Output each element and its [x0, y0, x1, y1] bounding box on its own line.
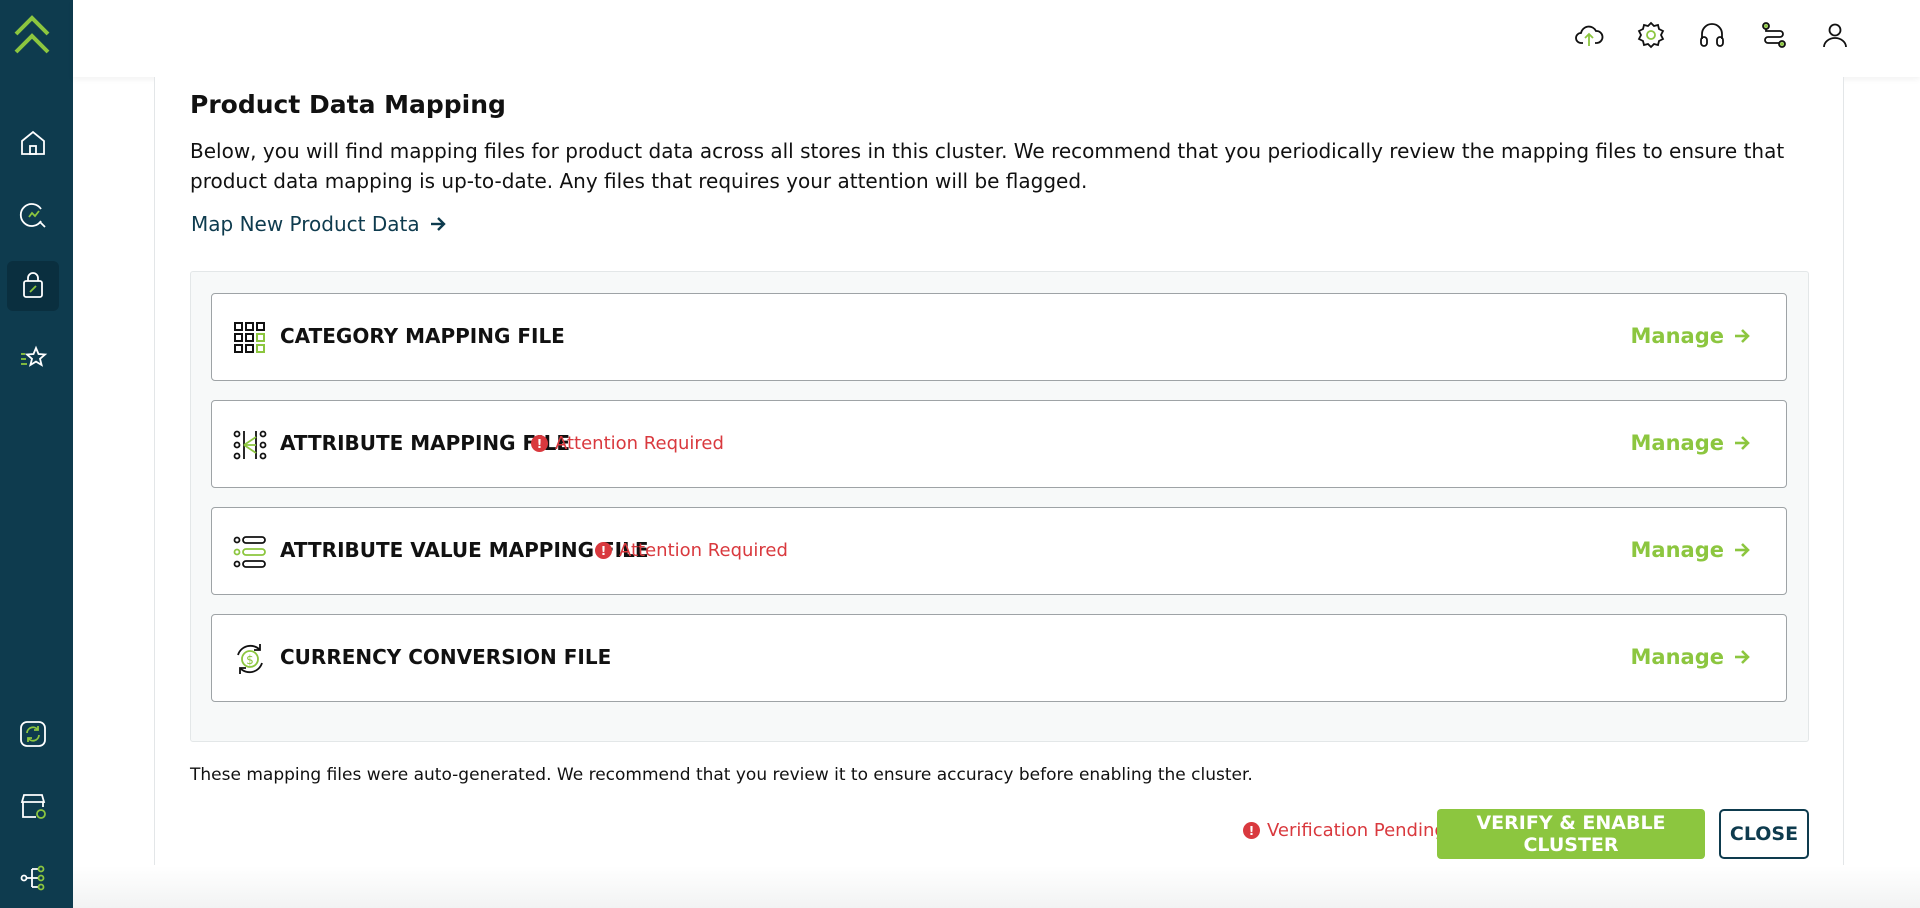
svg-text:$: $: [246, 653, 254, 667]
arrow-right-icon: [1735, 543, 1750, 557]
hierarchy-icon: [20, 865, 45, 891]
cloud-upload-icon: [1575, 25, 1604, 46]
attention-label: Attention Required: [555, 433, 724, 454]
sidebar-item-home[interactable]: [7, 118, 59, 168]
file-name: ATTRIBUTE MAPPING FILE: [280, 431, 571, 455]
sidebar-item-search[interactable]: [7, 190, 59, 240]
close-button[interactable]: CLOSE: [1719, 809, 1809, 859]
manage-label: Manage: [1630, 645, 1724, 669]
alert-icon: !: [531, 435, 548, 452]
sidebar-item-sync[interactable]: [7, 709, 59, 759]
star-list-icon: [21, 345, 48, 367]
manage-button[interactable]: Manage: [1631, 538, 1752, 562]
manage-label: Manage: [1630, 431, 1724, 455]
file-card-attribute: ATTRIBUTE MAPPING FILE ! Attention Requi…: [211, 400, 1787, 488]
manage-button[interactable]: Manage: [1631, 431, 1752, 455]
file-card-category: CATEGORY MAPPING FILE Manage: [211, 293, 1787, 381]
sidebar-item-favorites[interactable]: [7, 333, 59, 383]
manage-button[interactable]: Manage: [1631, 324, 1752, 348]
settings-button[interactable]: [1634, 18, 1668, 52]
verification-status-label: Verification Pending: [1267, 820, 1446, 841]
bottom-edge: [73, 866, 1920, 908]
manage-label: Manage: [1630, 538, 1724, 562]
currency-icon: $: [237, 644, 263, 674]
support-button[interactable]: [1695, 18, 1729, 52]
alert-icon: !: [1243, 822, 1260, 839]
arrow-right-icon: [1735, 436, 1750, 450]
sidebar: [0, 0, 73, 908]
workflow-icon: [1762, 22, 1786, 48]
alert-icon: !: [595, 542, 612, 559]
sidebar-item-hierarchy[interactable]: [7, 853, 59, 903]
search-analytics-icon: [19, 203, 46, 228]
top-bar: [73, 0, 1920, 77]
attribute-map-icon: [233, 430, 267, 460]
sidebar-item-products[interactable]: [7, 261, 59, 311]
footer-note: These mapping files were auto-generated.…: [190, 765, 1253, 785]
file-card-currency: $ CURRENCY CONVERSION FILE Manage: [211, 614, 1787, 702]
sync-icon: [20, 721, 46, 747]
logo-icon[interactable]: [12, 12, 52, 58]
product-bag-icon: [23, 272, 43, 298]
page-title: Product Data Mapping: [190, 90, 506, 119]
store-icon: [20, 794, 46, 819]
list-icon: [233, 536, 266, 568]
attention-badge: ! Attention Required: [531, 433, 724, 454]
attention-badge: ! Attention Required: [595, 540, 788, 561]
verification-status: ! Verification Pending: [1243, 820, 1446, 841]
user-icon: [1823, 23, 1847, 48]
file-name: CURRENCY CONVERSION FILE: [280, 645, 612, 669]
page-description: Below, you will find mapping files for p…: [190, 139, 1785, 193]
file-name: CATEGORY MAPPING FILE: [280, 324, 565, 348]
arrow-right-icon: [430, 217, 446, 231]
settings-icon: [1637, 21, 1665, 49]
grid-icon: [234, 322, 265, 353]
user-profile-button[interactable]: [1818, 18, 1852, 52]
workflow-button[interactable]: [1757, 18, 1791, 52]
arrow-right-icon: [1735, 650, 1750, 664]
cloud-upload-button[interactable]: [1572, 18, 1606, 52]
file-card-attribute-value: ATTRIBUTE VALUE MAPPING FILE ! Attention…: [211, 507, 1787, 595]
map-new-product-data-link[interactable]: Map New Product Data: [191, 212, 448, 236]
attention-label: Attention Required: [619, 540, 788, 561]
headset-icon: [1700, 23, 1724, 47]
sidebar-item-store[interactable]: [7, 781, 59, 831]
manage-button[interactable]: Manage: [1631, 645, 1752, 669]
map-new-link-label: Map New Product Data: [191, 212, 420, 236]
home-icon: [21, 130, 45, 155]
file-name: ATTRIBUTE VALUE MAPPING FILE: [280, 538, 649, 562]
verify-enable-cluster-button[interactable]: VERIFY & ENABLE CLUSTER: [1437, 809, 1705, 859]
manage-label: Manage: [1630, 324, 1724, 348]
arrow-right-icon: [1735, 329, 1750, 343]
